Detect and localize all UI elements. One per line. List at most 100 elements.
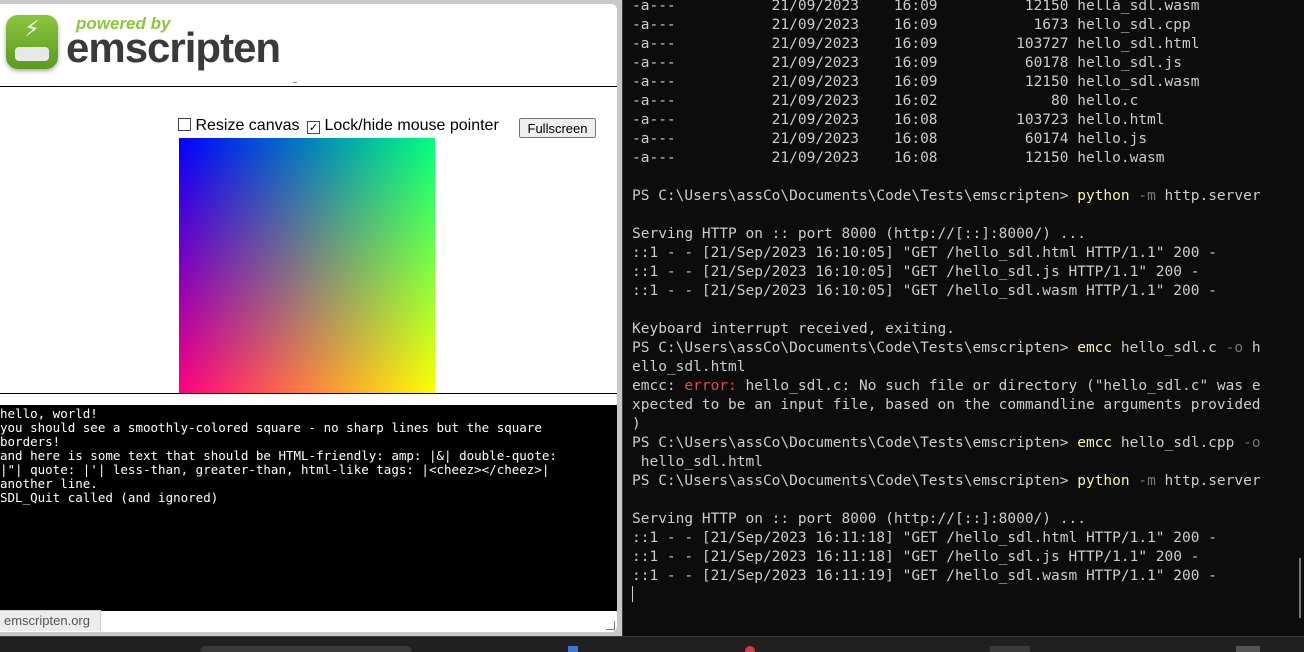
fullscreen-button[interactable]: Fullscreen: [519, 118, 596, 138]
terminal-segment: emcc: [1077, 435, 1113, 451]
terminal-line: -a--- 21/09/2023 16:09 12150 hellà_sdl.w…: [632, 0, 1261, 16]
terminal-line: xpected to be an input file, based on th…: [632, 396, 1261, 415]
output-line: borders!: [0, 434, 61, 449]
terminal-segment: -a--- 21/09/2023 16:08 12150 hello.wasm: [632, 150, 1165, 166]
resize-canvas-option[interactable]: Resize canvas: [178, 117, 300, 135]
text-cursor: [632, 586, 633, 602]
terminal-segment: -o: [1216, 340, 1244, 356]
lock-pointer-option[interactable]: ✓ Lock/hide mouse pointer: [307, 117, 499, 135]
terminal-line: -a--- 21/09/2023 16:09 1673 hello_sdl.cp…: [632, 16, 1261, 35]
terminal-line: ello_sdl.html: [632, 358, 1261, 377]
taskbar-terminal-icon[interactable]: [990, 646, 1030, 652]
sdl-canvas[interactable]: [179, 138, 435, 394]
terminal-line: ::1 - - [21/Sep/2023 16:10:05] "GET /hel…: [632, 263, 1261, 282]
terminal-segment: -a--- 21/09/2023 16:09 1673 hello_sdl.cp…: [632, 17, 1191, 33]
terminal-line: ::1 - - [21/Sep/2023 16:11:18] "GET /hel…: [632, 548, 1261, 567]
terminal-segment: -a--- 21/09/2023 16:09 12150 hello_sdl.w…: [632, 74, 1200, 90]
divider: [0, 86, 617, 87]
emscripten-logo-icon[interactable]: ⚡: [6, 15, 58, 69]
output-line: hello, world!: [0, 406, 98, 421]
terminal-line: PS C:\Users\assCo\Documents\Code\Tests\e…: [632, 187, 1261, 206]
terminal-line: ::1 - - [21/Sep/2023 16:10:05] "GET /hel…: [632, 282, 1261, 301]
resize-grip-icon[interactable]: [606, 621, 615, 630]
taskbar-app-icon[interactable]: [568, 646, 578, 652]
status-bar-link: emscripten.org: [0, 610, 101, 631]
brand-wordmark[interactable]: emscripten: [66, 24, 281, 72]
terminal-segment: python: [1077, 473, 1130, 489]
terminal-segment: -a--- 21/09/2023 16:02 80 hello.c: [632, 93, 1139, 109]
resize-canvas-checkbox[interactable]: [178, 118, 191, 131]
terminal-segment: -a--- 21/09/2023 16:09 12150 hellà_sdl.w…: [632, 0, 1200, 14]
output-line: SDL_Quit called (and ignored): [0, 490, 219, 505]
taskbar-app-icon[interactable]: [745, 646, 755, 652]
lock-pointer-checkbox[interactable]: ✓: [307, 121, 320, 134]
terminal-line: -a--- 21/09/2023 16:09 12150 hello_sdl.w…: [632, 73, 1261, 92]
canvas-red-layer: [179, 138, 435, 394]
taskbar: [0, 636, 1304, 652]
terminal-line: PS C:\Users\assCo\Documents\Code\Tests\e…: [632, 434, 1261, 453]
logo-strip: [15, 47, 49, 61]
terminal-segment: ::1 - - [21/Sep/2023 16:11:18] "GET /hel…: [632, 530, 1217, 546]
terminal-line: ::1 - - [21/Sep/2023 16:11:19] "GET /hel…: [632, 567, 1261, 586]
terminal-line: hello_sdl.html: [632, 453, 1261, 472]
terminal-line: -a--- 21/09/2023 16:08 12150 hello.wasm: [632, 149, 1261, 168]
terminal-segment: -o: [1234, 435, 1261, 451]
terminal-line: ): [632, 415, 1261, 434]
taskbar-search-box[interactable]: [200, 646, 412, 652]
terminal-line: ::1 - - [21/Sep/2023 16:11:18] "GET /hel…: [632, 529, 1261, 548]
terminal-line: emcc: error: hello_sdl.c: No such file o…: [632, 377, 1261, 396]
terminal-segment: hello_sdl.c: No such file or directory (…: [736, 378, 1261, 394]
terminal-segment: PS C:\Users\assCo\Documents\Code\Tests\e…: [632, 188, 1078, 204]
terminal-segment: http.server: [1155, 188, 1261, 204]
terminal-segment: PS C:\Users\assCo\Documents\Code\Tests\e…: [632, 473, 1078, 489]
powershell-terminal[interactable]: -a--- 21/09/2023 16:09 12150 hellà_sdl.w…: [622, 0, 1304, 636]
terminal-output: -a--- 21/09/2023 16:09 12150 hellà_sdl.w…: [632, 0, 1261, 605]
terminal-line: -a--- 21/09/2023 16:02 80 hello.c: [632, 92, 1261, 111]
terminal-line: -a--- 21/09/2023 16:09 60178 hello_sdl.j…: [632, 54, 1261, 73]
output-console[interactable]: hello, world! you should see a smoothly-c…: [0, 405, 617, 611]
terminal-segment: Serving HTTP on :: port 8000 (http://[::…: [632, 226, 1086, 242]
terminal-segment: xpected to be an input file, based on th…: [632, 397, 1261, 413]
terminal-line: -a--- 21/09/2023 16:09 103727 hello_sdl.…: [632, 35, 1261, 54]
output-line: and here is some text that should be HTM…: [0, 448, 557, 463]
terminal-line: PS C:\Users\assCo\Documents\Code\Tests\e…: [632, 472, 1261, 491]
terminal-segment: -a--- 21/09/2023 16:08 60174 hello.js: [632, 131, 1148, 147]
lightning-bolt-icon: ⚡: [24, 17, 40, 42]
terminal-segment: ::1 - - [21/Sep/2023 16:11:19] "GET /hel…: [632, 568, 1217, 584]
terminal-segment: Serving HTTP on :: port 8000 (http://[::…: [632, 511, 1086, 527]
terminal-line: Keyboard interrupt received, exiting.: [632, 320, 1261, 339]
terminal-scrollbar[interactable]: [1299, 558, 1301, 618]
terminal-segment: hello_sdl.c: [1112, 340, 1217, 356]
terminal-prompt-line[interactable]: [632, 586, 1261, 605]
terminal-segment: PS C:\Users\assCo\Documents\Code\Tests\e…: [632, 340, 1078, 356]
terminal-segment: ::1 - - [21/Sep/2023 16:10:05] "GET /hel…: [632, 245, 1217, 261]
terminal-segment: ::1 - - [21/Sep/2023 16:10:05] "GET /hel…: [632, 283, 1217, 299]
terminal-line: ::1 - - [21/Sep/2023 16:10:05] "GET /hel…: [632, 244, 1261, 263]
taskbar-clock[interactable]: [1236, 646, 1260, 652]
terminal-segment: PS C:\Users\assCo\Documents\Code\Tests\e…: [632, 435, 1078, 451]
terminal-segment: error:: [684, 378, 737, 394]
terminal-segment: python: [1077, 188, 1130, 204]
terminal-segment: hello_sdl.html: [632, 454, 763, 470]
emscripten-page: ⚡ powered by emscripten Resize canvas ✓ …: [0, 4, 617, 632]
canvas-controls: Resize canvas ✓ Lock/hide mouse pointer …: [178, 117, 598, 139]
header-mark: [293, 82, 297, 83]
terminal-segment: emcc: [1077, 340, 1113, 356]
terminal-segment: ): [632, 416, 641, 432]
terminal-line: Serving HTTP on :: port 8000 (http://[::…: [632, 510, 1261, 529]
terminal-segment: -m: [1129, 188, 1156, 204]
terminal-line: -a--- 21/09/2023 16:08 60174 hello.js: [632, 130, 1261, 149]
terminal-segment: h: [1243, 340, 1261, 356]
terminal-segment: Keyboard interrupt received, exiting.: [632, 321, 956, 337]
output-line: you should see a smoothly-colored square…: [0, 420, 542, 435]
terminal-segment: -a--- 21/09/2023 16:09 60178 hello_sdl.j…: [632, 55, 1182, 71]
terminal-segment: ::1 - - [21/Sep/2023 16:10:05] "GET /hel…: [632, 264, 1200, 280]
terminal-segment: -a--- 21/09/2023 16:09 103727 hello_sdl.…: [632, 36, 1200, 52]
terminal-segment: emcc:: [632, 378, 685, 394]
resize-canvas-label: Resize canvas: [195, 117, 300, 134]
output-line: another line.: [0, 476, 98, 491]
lock-pointer-label: Lock/hide mouse pointer: [324, 117, 499, 134]
